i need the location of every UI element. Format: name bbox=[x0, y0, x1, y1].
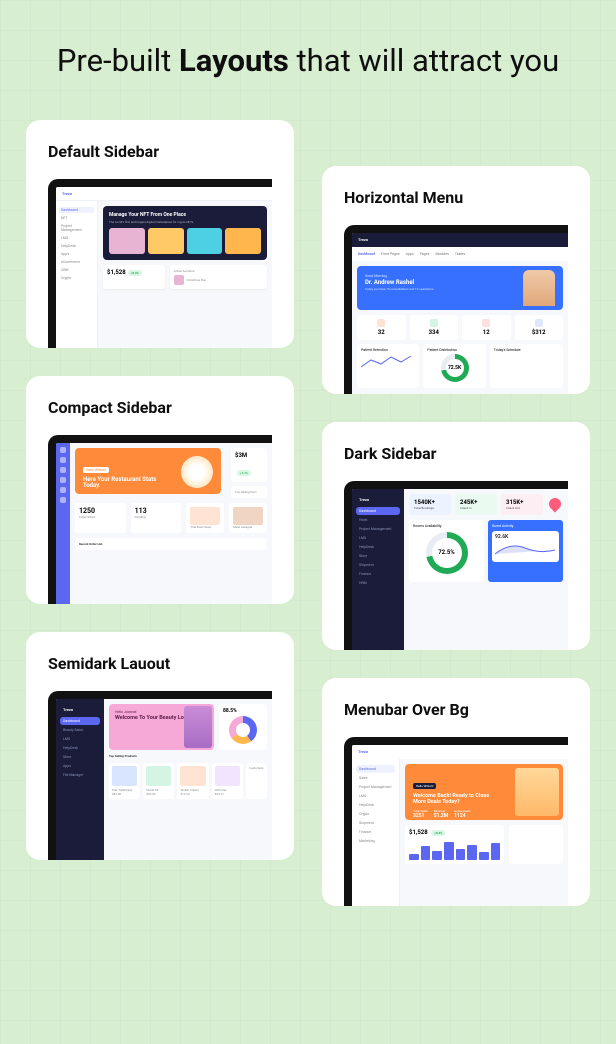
top-nav: DashboardFront Pages AppsPages ModulesTa… bbox=[352, 247, 568, 261]
hero-banner: Manage Your NFT From One Place The world… bbox=[103, 206, 267, 260]
brand-logo: Trezo bbox=[358, 749, 368, 754]
sidebar: Dashboard NFTProject Management LMSHelpD… bbox=[56, 201, 98, 348]
illustration bbox=[515, 768, 559, 816]
preview-thumbnail: Trezo Dashboard NFTProject Management LM… bbox=[48, 179, 272, 348]
preview-thumbnail: Trezo Dashboard SalesProject Management … bbox=[344, 737, 568, 906]
preview-thumbnail: Trezo Dashboard HotelProject Management … bbox=[344, 481, 568, 650]
brand-logo: Trezo bbox=[62, 191, 72, 196]
hero-banner: Good Morning Dr. Andrew Rashel Today you… bbox=[357, 266, 563, 310]
preview-thumbnail: Trezo DashboardFront Pages AppsPages Mod… bbox=[344, 225, 568, 394]
preview-thumbnail: Hello Wilson! Here Your Restaurant Stats… bbox=[48, 435, 272, 604]
card-title: Semidark Lauout bbox=[48, 654, 272, 673]
pie-chart bbox=[229, 716, 257, 744]
layout-card-menubar-over-bg[interactable]: Menubar Over Bg Trezo Dashboard SalesPro… bbox=[322, 678, 590, 906]
card-title: Menubar Over Bg bbox=[344, 700, 568, 719]
hero-banner: Hello Joanna! Welcome To Your Beauty Lou… bbox=[109, 704, 214, 750]
layout-card-dark-sidebar[interactable]: Dark Sidebar Trezo Dashboard HotelProjec… bbox=[322, 422, 590, 650]
brand-logo: Trezo bbox=[358, 237, 368, 242]
card-title: Compact Sidebar bbox=[48, 398, 272, 417]
food-image bbox=[181, 456, 213, 488]
card-title: Default Sidebar bbox=[48, 142, 272, 161]
person-image bbox=[184, 706, 212, 748]
hero-banner: Hello Wilson! Here Your Restaurant Stats… bbox=[75, 448, 221, 494]
page-title: Pre-built Layouts that will attract you bbox=[26, 40, 590, 82]
bar-chart bbox=[409, 840, 500, 860]
layout-card-horizontal-menu[interactable]: Horizontal Menu Trezo DashboardFront Pag… bbox=[322, 166, 590, 394]
sidebar: Dashboard SalesProject Management LMSHel… bbox=[352, 759, 400, 906]
card-title: Horizontal Menu bbox=[344, 188, 568, 207]
avatar bbox=[523, 270, 555, 306]
preview-thumbnail: Trezo Dashboard Beauty SalonLMS HelpDesk… bbox=[48, 691, 272, 860]
location-icon bbox=[547, 496, 564, 513]
layout-card-semidark-layout[interactable]: Semidark Lauout Trezo Dashboard Beauty S… bbox=[26, 632, 294, 860]
hero-banner: Hello Wilson! Welcome Back! Ready to Clo… bbox=[405, 764, 563, 820]
layout-card-compact-sidebar[interactable]: Compact Sidebar Hello Wilson! Here Your … bbox=[26, 376, 294, 604]
dark-sidebar: Trezo Dashboard Beauty SalonLMS HelpDesk… bbox=[56, 699, 104, 860]
compact-sidebar bbox=[56, 443, 70, 604]
dark-sidebar: Trezo Dashboard HotelProject Management … bbox=[352, 489, 404, 650]
card-title: Dark Sidebar bbox=[344, 444, 568, 463]
layouts-grid: Default Sidebar Trezo Dashboard NFTProje… bbox=[26, 120, 590, 860]
layout-card-default-sidebar[interactable]: Default Sidebar Trezo Dashboard NFTProje… bbox=[26, 120, 294, 348]
